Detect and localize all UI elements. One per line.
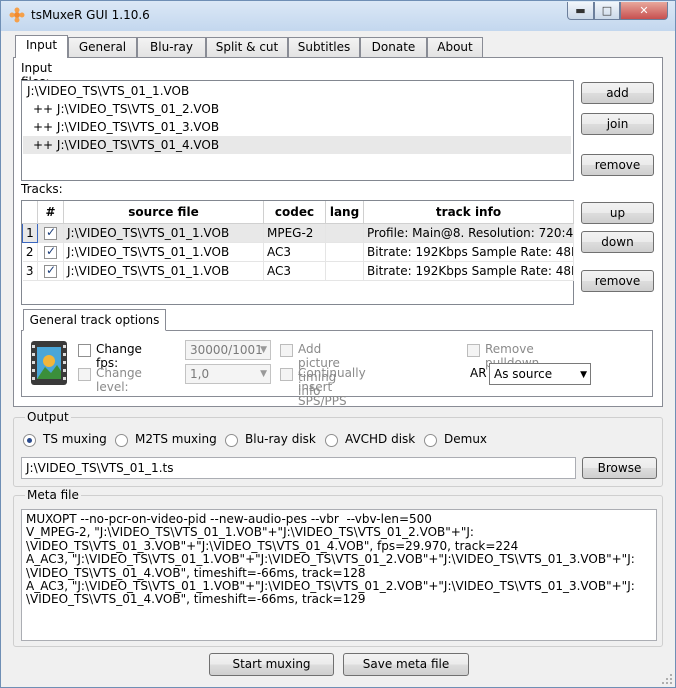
tab-subtitles[interactable]: Subtitles: [288, 37, 360, 57]
list-item[interactable]: ++ J:\VIDEO_TS\VTS_01_3.VOB: [23, 118, 571, 136]
source-file-cell: J:\VIDEO_TS\VTS_01_1.VOB: [63, 261, 264, 281]
codec-cell: AC3: [263, 261, 326, 281]
output-path-input[interactable]: J:\VIDEO_TS\VTS_01_1.ts: [21, 457, 576, 479]
minimize-icon: ▬: [575, 4, 586, 17]
start-muxing-button[interactable]: Start muxing: [209, 653, 334, 676]
checkbox-icon[interactable]: [44, 225, 57, 240]
save-meta-file-button[interactable]: Save meta file: [343, 653, 469, 676]
tab-split-cut[interactable]: Split & cut: [206, 37, 288, 57]
fps-value: 30000/1001: [190, 343, 263, 357]
table-row[interactable]: 2 J:\VIDEO_TS\VTS_01_1.VOB AC3 Bitrate: …: [22, 242, 574, 262]
tab-input[interactable]: Input: [15, 35, 68, 58]
maximize-icon: □: [601, 4, 613, 17]
lang-cell[interactable]: [325, 242, 364, 262]
row-number[interactable]: 3: [22, 261, 38, 281]
remove-track-button[interactable]: remove: [581, 270, 654, 292]
meta-file-label: Meta file: [25, 488, 81, 502]
input-files-list[interactable]: J:\VIDEO_TS\VTS_01_1.VOB ++ J:\VIDEO_TS\…: [21, 80, 574, 181]
change-level-label: Change level:: [96, 366, 142, 394]
tracks-header-row: # source file codec lang track info: [22, 201, 574, 224]
browse-button[interactable]: Browse: [582, 457, 657, 479]
add-timing-checkbox[interactable]: [280, 344, 293, 357]
level-value: 1,0: [190, 367, 210, 381]
title-bar[interactable]: tsMuxeR GUI 1.10.6 ▬ □ ✕: [1, 1, 675, 31]
demux-label[interactable]: Demux: [444, 432, 487, 446]
remove-pulldown-checkbox[interactable]: [467, 344, 480, 357]
list-item[interactable]: ++ J:\VIDEO_TS\VTS_01_2.VOB: [23, 100, 571, 118]
column-header[interactable]: source file: [63, 201, 264, 224]
ar-value: As source: [494, 367, 553, 381]
list-item[interactable]: J:\VIDEO_TS\VTS_01_1.VOB: [23, 82, 571, 100]
blu-ray-disk-radio[interactable]: [225, 434, 238, 447]
tracks-table[interactable]: # source file codec lang track info 1 J:…: [22, 201, 574, 281]
track-info-cell: Bitrate: 192Kbps Sample Rate: 48K...: [363, 261, 574, 281]
resize-grip-icon[interactable]: [661, 673, 673, 685]
insert-sps-label: Continually insert SPS/PPS: [298, 366, 366, 408]
table-row[interactable]: 3 J:\VIDEO_TS\VTS_01_1.VOB AC3 Bitrate: …: [22, 261, 574, 281]
track-info-cell: Profile: Main@8. Resolution: 720:4...: [363, 223, 574, 243]
film-icon: [31, 341, 67, 385]
track-up-button[interactable]: up: [581, 202, 654, 224]
tab-donate[interactable]: Donate: [360, 37, 427, 57]
minimize-button[interactable]: ▬: [567, 2, 594, 20]
tab-general[interactable]: General: [68, 37, 137, 57]
track-down-button[interactable]: down: [581, 231, 654, 253]
add-button[interactable]: add: [581, 82, 654, 104]
column-header[interactable]: track info: [363, 201, 574, 224]
change-fps-checkbox[interactable]: [78, 344, 91, 357]
tab-blu-ray[interactable]: Blu-ray: [137, 37, 206, 57]
maximize-button[interactable]: □: [594, 2, 620, 20]
codec-cell: MPEG-2: [263, 223, 326, 243]
column-header[interactable]: #: [37, 201, 64, 224]
list-item-selected[interactable]: ++ J:\VIDEO_TS\VTS_01_4.VOB: [23, 136, 571, 154]
output-label: Output: [25, 410, 71, 424]
source-file-cell: J:\VIDEO_TS\VTS_01_1.VOB: [63, 223, 264, 243]
track-info-cell: Bitrate: 192Kbps Sample Rate: 48K...: [363, 242, 574, 262]
source-file-cell: J:\VIDEO_TS\VTS_01_1.VOB: [63, 242, 264, 262]
tracks-label: Tracks:: [21, 182, 63, 196]
lang-cell[interactable]: [325, 261, 364, 281]
m2ts-muxing-label[interactable]: M2TS muxing: [135, 432, 217, 446]
chevron-down-icon: ▼: [260, 345, 267, 355]
checkbox-icon[interactable]: [44, 244, 57, 259]
column-header[interactable]: lang: [325, 201, 364, 224]
ar-select[interactable]: As source ▼: [489, 363, 591, 385]
level-select[interactable]: 1,0 ▼: [185, 364, 271, 384]
ts-muxing-label[interactable]: TS muxing: [43, 432, 107, 446]
insert-sps-checkbox[interactable]: [280, 368, 293, 381]
lang-cell[interactable]: [325, 223, 364, 243]
tab-general-track-options[interactable]: General track options: [23, 309, 166, 331]
blu-ray-disk-label[interactable]: Blu-ray disk: [245, 432, 316, 446]
table-row[interactable]: 1 J:\VIDEO_TS\VTS_01_1.VOB MPEG-2 Profil…: [22, 222, 574, 243]
checkbox-icon[interactable]: [44, 263, 57, 278]
main-window: tsMuxeR GUI 1.10.6 ▬ □ ✕ Input General B…: [0, 0, 676, 688]
row-number[interactable]: 2: [22, 242, 38, 262]
close-button[interactable]: ✕: [620, 2, 668, 20]
chevron-down-icon: ▼: [580, 370, 587, 380]
ar-label: AR: [470, 366, 487, 380]
tab-about[interactable]: About: [427, 37, 483, 57]
codec-cell: AC3: [263, 242, 326, 262]
avchd-disk-radio[interactable]: [325, 434, 338, 447]
change-level-checkbox[interactable]: [78, 368, 91, 381]
column-header[interactable]: codec: [263, 201, 326, 224]
fps-select[interactable]: 30000/1001 ▼: [185, 340, 271, 360]
m2ts-muxing-radio[interactable]: [115, 434, 128, 447]
track-enable-checkbox[interactable]: [37, 223, 64, 243]
meta-file-text[interactable]: MUXOPT --no-pcr-on-video-pid --new-audio…: [21, 509, 657, 641]
demux-radio[interactable]: [424, 434, 437, 447]
track-enable-checkbox[interactable]: [37, 242, 64, 262]
window-title: tsMuxeR GUI 1.10.6: [31, 8, 150, 22]
track-enable-checkbox[interactable]: [37, 261, 64, 281]
avchd-disk-label[interactable]: AVCHD disk: [345, 432, 415, 446]
close-icon: ✕: [639, 4, 649, 17]
app-icon: [9, 7, 25, 23]
remove-file-button[interactable]: remove: [581, 154, 654, 176]
row-number[interactable]: 1: [22, 222, 38, 243]
join-button[interactable]: join: [581, 113, 654, 135]
chevron-down-icon: ▼: [260, 369, 267, 379]
row-indicator-header: [22, 201, 38, 224]
ts-muxing-radio[interactable]: [23, 434, 36, 447]
